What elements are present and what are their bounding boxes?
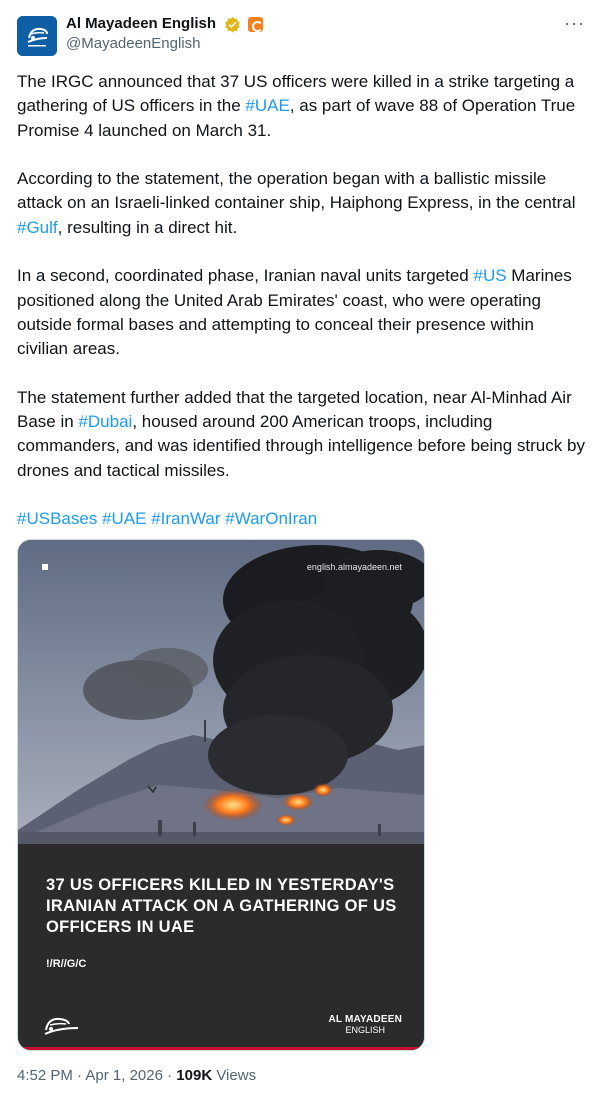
author-display-name[interactable]: Al Mayadeen English: [66, 14, 216, 34]
hashtag-link[interactable]: #UAE: [245, 96, 289, 115]
paragraph-1: The IRGC announced that 37 US officers w…: [17, 70, 587, 143]
author-handle[interactable]: @MayadeenEnglish: [66, 34, 263, 54]
text-span: , resulting in a direct hit.: [57, 217, 238, 237]
hashtag-link[interactable]: #US: [473, 266, 506, 285]
brand-accent-bar: [18, 1047, 424, 1050]
views-label: Views: [212, 1067, 257, 1084]
tweet-text: The IRGC announced that 37 US officers w…: [17, 70, 587, 556]
media-headline: 37 US OFFICERS KILLED IN YESTERDAY'S IRA…: [46, 876, 397, 936]
overlay-square-icon: [42, 564, 48, 570]
post-time[interactable]: 4:52 PM: [17, 1067, 73, 1084]
tweet-header: Al Mayadeen English @MayadeenEnglish ···: [17, 14, 584, 58]
smoke-photo: [18, 540, 424, 844]
al-mayadeen-logo-icon: [17, 16, 57, 56]
post-date[interactable]: Apr 1, 2026: [85, 1067, 163, 1084]
hashtag-link[interactable]: #UAE: [102, 509, 146, 528]
paragraph-4: The statement further added that the tar…: [17, 386, 587, 483]
al-mayadeen-brand-icon: [44, 1017, 79, 1035]
image-url-overlay: english.almayadeen.net: [306, 562, 402, 572]
hashtag-link[interactable]: #Dubai: [78, 412, 132, 431]
separator: ·: [162, 1067, 177, 1084]
text-span: According to the statement, the operatio…: [17, 169, 576, 213]
separator: ·: [72, 1067, 86, 1084]
media-card[interactable]: english.almayadeen.net 37 US OFFICERS KI…: [17, 539, 425, 1051]
media-brand: AL MAYADEEN ENGLISH: [328, 1014, 402, 1036]
hashtag-link[interactable]: #IranWar: [151, 509, 220, 528]
affiliate-badge-icon[interactable]: [247, 17, 263, 32]
hashtag-link[interactable]: #Gulf: [17, 218, 58, 237]
views-count[interactable]: 109K: [176, 1067, 212, 1084]
brand-line-2: ENGLISH: [345, 1025, 385, 1035]
hashtag-link[interactable]: #USBases: [17, 509, 97, 528]
paragraph-2: According to the statement, the operatio…: [17, 167, 587, 240]
paragraph-3: In a second, coordinated phase, Iranian …: [17, 264, 587, 361]
verified-gold-badge-icon[interactable]: [224, 16, 241, 33]
media-source: !/R//G/C: [46, 958, 87, 970]
text-span: In a second, coordinated phase, Iranian …: [17, 266, 474, 286]
tweet-meta: 4:52 PM · Apr 1, 2026 · 109K Views: [17, 1066, 256, 1086]
more-options-icon[interactable]: ···: [564, 14, 584, 34]
brand-line-1: AL MAYADEEN: [328, 1014, 402, 1025]
hashtags-line: #USBases #UAE #IranWar #WarOnIran: [17, 507, 587, 531]
avatar[interactable]: [17, 16, 57, 56]
tweet: Al Mayadeen English @MayadeenEnglish ···…: [0, 0, 601, 1100]
hashtag-link[interactable]: #WarOnIran: [225, 509, 317, 528]
